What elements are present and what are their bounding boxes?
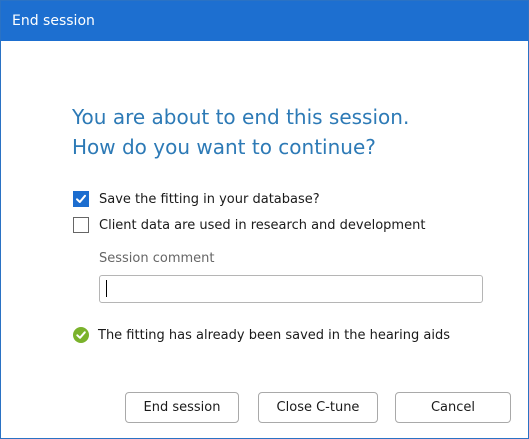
heading-line-2: How do you want to continue? [72, 135, 376, 159]
text-caret [106, 280, 107, 297]
save-fitting-label: Save the fitting in your database? [99, 191, 320, 207]
saved-status: The fitting has already been saved in th… [73, 327, 450, 343]
end-session-button[interactable]: End session [125, 392, 239, 423]
research-consent-option[interactable]: Client data are used in research and dev… [73, 216, 425, 234]
checkmark-icon [76, 194, 86, 203]
session-comment-label: Session comment [99, 251, 215, 266]
research-consent-checkbox[interactable] [73, 217, 89, 233]
cancel-button[interactable]: Cancel [395, 392, 511, 423]
check-circle-icon [73, 327, 89, 343]
heading-line-1: You are about to end this session. [72, 105, 410, 129]
close-ctune-button[interactable]: Close C-tune [258, 392, 378, 423]
session-comment-input[interactable] [99, 275, 483, 303]
dialog-heading: You are about to end this session. How d… [72, 102, 502, 162]
saved-status-text: The fitting has already been saved in th… [98, 327, 450, 343]
dialog-title-bar: End session [1, 1, 528, 41]
save-fitting-checkbox[interactable] [73, 191, 89, 207]
research-consent-label: Client data are used in research and dev… [99, 217, 426, 233]
save-fitting-option[interactable]: Save the fitting in your database? [73, 190, 320, 208]
end-session-dialog: End session You are about to end this se… [0, 0, 529, 439]
dialog-title: End session [12, 13, 95, 29]
